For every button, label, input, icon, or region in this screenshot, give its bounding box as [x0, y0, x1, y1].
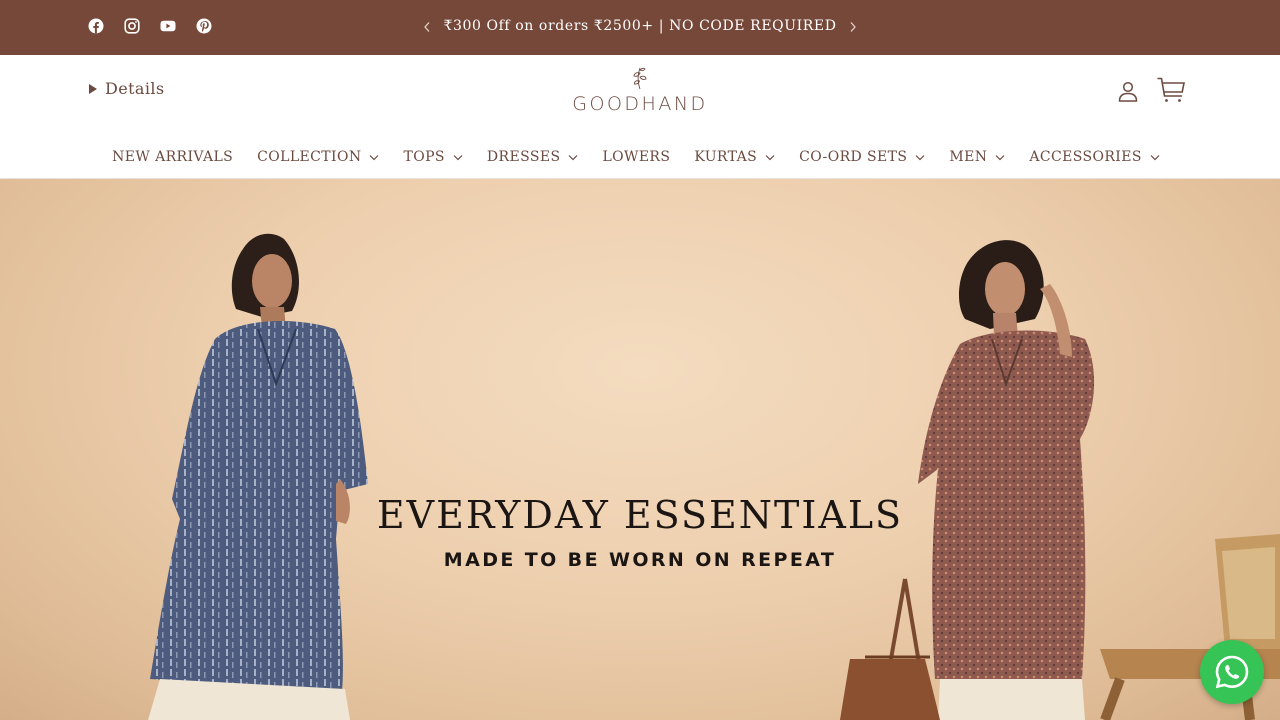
nav-item-label: MEN	[949, 149, 988, 165]
chevron-down-icon	[915, 154, 925, 160]
cart-button[interactable]	[1156, 76, 1186, 104]
nav-item-label: NEW ARRIVALS	[112, 149, 234, 165]
whatsapp-icon	[1215, 655, 1249, 689]
nav-item-label: LOWERS	[602, 149, 671, 165]
site-logo[interactable]: GOODHAND	[570, 65, 710, 115]
nav-item-tops[interactable]: TOPS	[403, 147, 463, 167]
pinterest-icon[interactable]	[196, 18, 212, 34]
nav-item-label: KURTAS	[694, 149, 758, 165]
chevron-down-icon	[453, 154, 463, 160]
right-model-figure	[918, 240, 1095, 720]
disclosure-triangle-icon	[89, 83, 97, 94]
nav-item-accessories[interactable]: ACCESSORIES	[1029, 147, 1160, 167]
chevron-right-icon	[850, 22, 856, 32]
hero-banner[interactable]: EVERYDAY ESSENTIALS MADE TO BE WORN ON R…	[0, 179, 1280, 720]
nav-item-men[interactable]: MEN	[949, 147, 1005, 167]
hero-image	[148, 233, 1280, 720]
nav-item-label: DRESSES	[486, 149, 561, 165]
facebook-icon[interactable]	[88, 18, 104, 34]
nav-item-new-arrivals[interactable]: NEW ARRIVALS	[112, 147, 233, 167]
logo-wordmark: GOODHAND	[572, 93, 708, 115]
hero-title: EVERYDAY ESSENTIALS	[376, 493, 904, 537]
chevron-down-icon	[995, 154, 1005, 160]
nav-item-lowers[interactable]: LOWERS	[602, 147, 670, 167]
announcement-next-button[interactable]	[844, 18, 862, 36]
account-button[interactable]	[1116, 79, 1140, 103]
chevron-down-icon	[569, 154, 578, 160]
nav-item-collection[interactable]: COLLECTION	[257, 147, 379, 167]
chevron-down-icon	[765, 154, 775, 160]
nav-item-label: COLLECTION	[257, 149, 362, 165]
nav-item-co-ord-sets[interactable]: CO-ORD SETS	[799, 147, 925, 167]
hero-subtitle: MADE TO BE WORN ON REPEAT	[443, 549, 837, 571]
left-model-figure	[148, 233, 368, 720]
chevron-down-icon	[370, 154, 379, 160]
chevron-left-icon	[424, 22, 430, 32]
main-navigation: NEW ARRIVALS COLLECTION TOPS DRESSES LOW…	[0, 147, 1280, 167]
details-label: Details	[105, 79, 165, 98]
youtube-icon[interactable]	[160, 18, 176, 34]
instagram-icon[interactable]	[124, 18, 140, 34]
social-links	[88, 18, 212, 34]
nav-item-kurtas[interactable]: KURTAS	[694, 147, 775, 167]
announcement-bar: ₹300 Off on orders ₹2500+ | NO CODE REQU…	[0, 0, 1280, 55]
cart-icon	[1157, 77, 1185, 102]
leaf-logo-icon	[633, 67, 647, 90]
user-icon	[1118, 81, 1138, 102]
announcement-prev-button[interactable]	[418, 18, 436, 36]
whatsapp-chat-button[interactable]	[1200, 640, 1264, 704]
nav-item-label: ACCESSORIES	[1029, 149, 1142, 165]
nav-item-label: TOPS	[403, 149, 445, 165]
handbag-figure	[840, 578, 940, 720]
announcement-text: ₹300 Off on orders ₹2500+ | NO CODE REQU…	[443, 18, 837, 34]
site-header: Details GOODHAND NEW ARRIVALS COLLECTION…	[0, 55, 1280, 179]
chevron-down-icon	[1150, 154, 1160, 160]
nav-item-dresses[interactable]: DRESSES	[487, 147, 579, 167]
details-disclosure[interactable]: Details	[89, 79, 165, 98]
nav-item-label: CO-ORD SETS	[799, 149, 908, 165]
